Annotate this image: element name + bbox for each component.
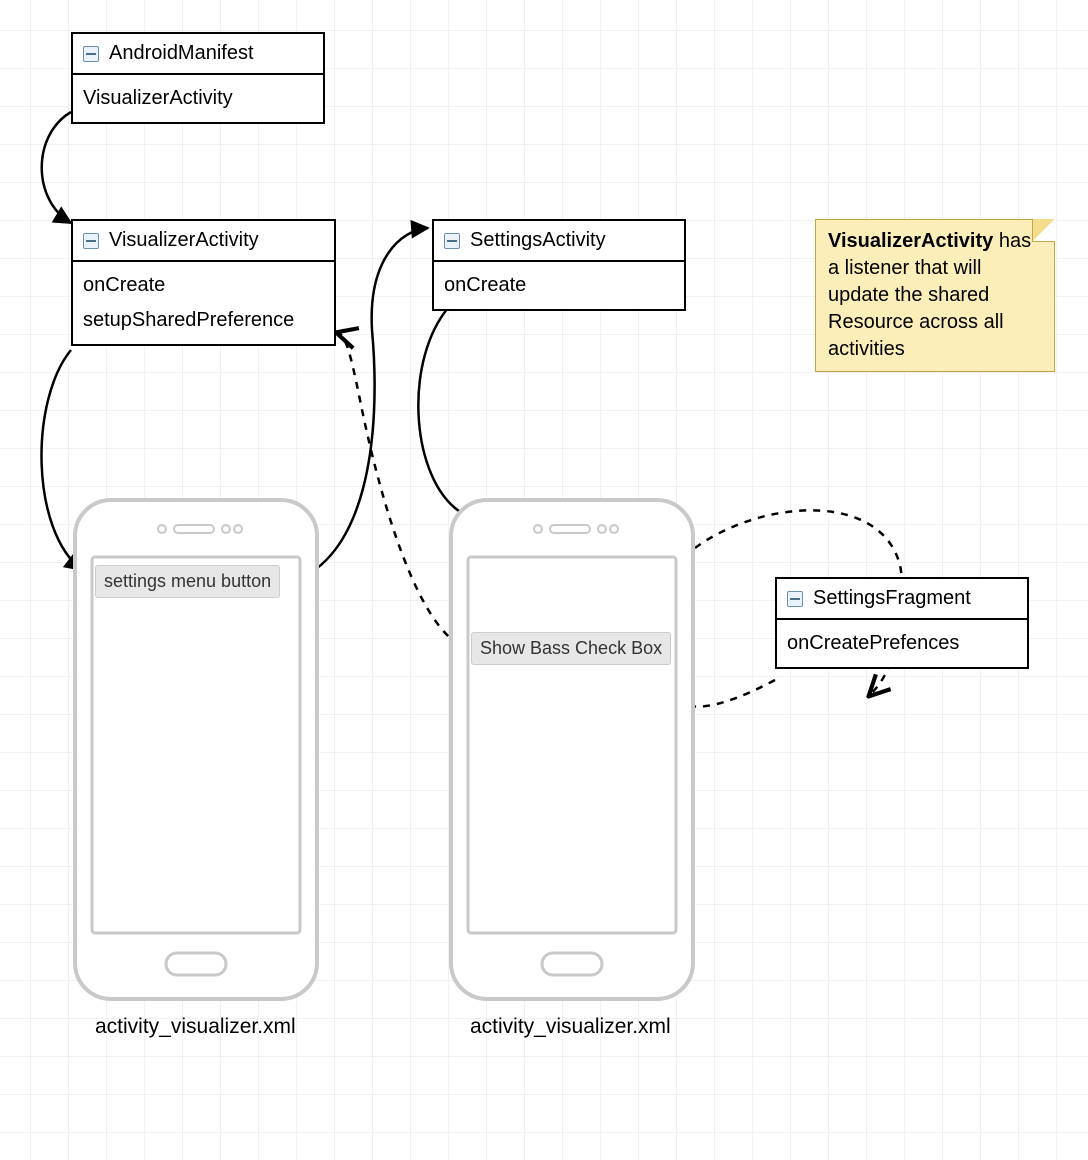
uml-settingsactivity[interactable]: SettingsActivity onCreate (432, 219, 686, 311)
show-bass-checkbox[interactable]: Show Bass Check Box (471, 632, 671, 665)
uml-row: onCreate (444, 268, 674, 303)
phone-caption-left: activity_visualizer.xml (95, 1015, 296, 1039)
uml-title: AndroidManifest (109, 42, 254, 65)
collapse-icon[interactable] (83, 233, 99, 249)
collapse-icon[interactable] (444, 233, 460, 249)
settings-menu-button[interactable]: settings menu button (95, 565, 280, 598)
collapse-icon[interactable] (83, 46, 99, 62)
note-text: VisualizerActivity has a listener that w… (828, 230, 1031, 360)
collapse-icon[interactable] (787, 591, 803, 607)
note-fold-icon (1032, 219, 1055, 242)
uml-title: VisualizerActivity (109, 229, 259, 252)
uml-row: onCreatePrefences (787, 626, 1017, 661)
uml-androidmanifest[interactable]: AndroidManifest VisualizerActivity (71, 32, 325, 124)
uml-row: onCreate (83, 268, 324, 303)
sticky-note[interactable]: VisualizerActivity has a listener that w… (815, 219, 1055, 372)
phone-mock-right[interactable]: Show Bass Check Box (448, 497, 696, 1002)
phone-mock-left[interactable]: settings menu button (72, 497, 320, 1002)
uml-settingsfragment[interactable]: SettingsFragment onCreatePrefences (775, 577, 1029, 669)
uml-row: setupSharedPreference (83, 303, 324, 338)
uml-title: SettingsActivity (470, 229, 606, 252)
uml-row: VisualizerActivity (83, 81, 313, 116)
uml-title: SettingsFragment (813, 587, 971, 610)
uml-visualizeractivity[interactable]: VisualizerActivity onCreate setupSharedP… (71, 219, 336, 346)
phone-caption-right: activity_visualizer.xml (470, 1015, 671, 1039)
